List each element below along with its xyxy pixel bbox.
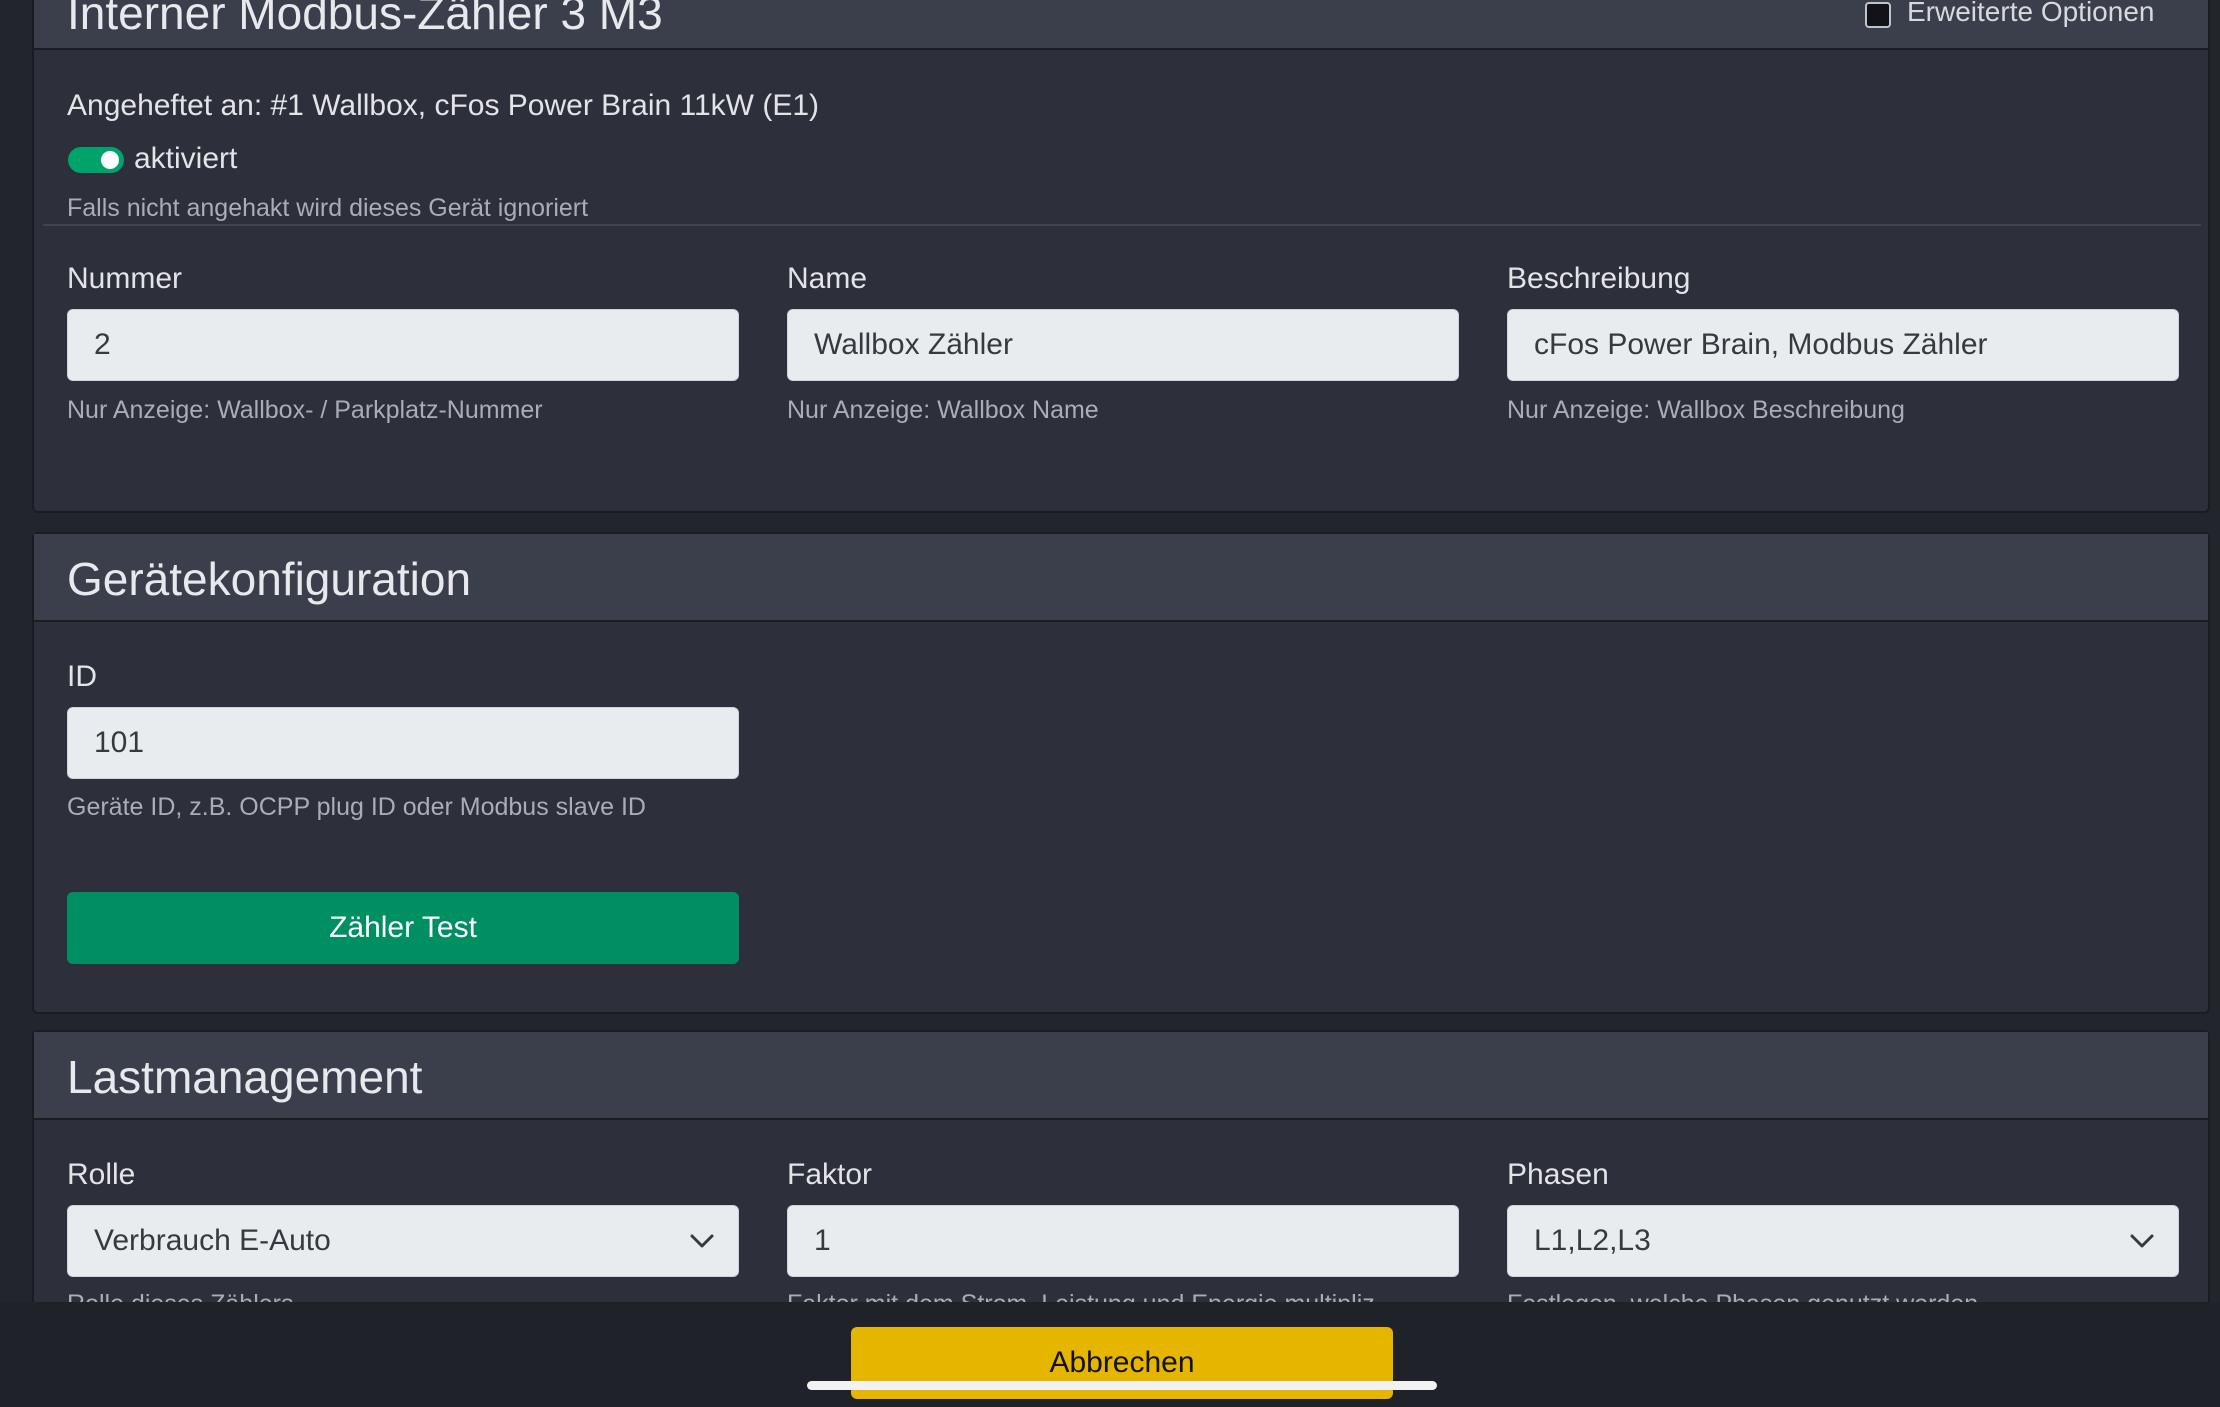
rolle-value: Verbrauch E-Auto	[94, 1224, 331, 1257]
device-config-header: Gerätekonfiguration	[34, 534, 2208, 622]
attached-to-text: Angeheftet an: #1 Wallbox, cFos Power Br…	[67, 89, 820, 122]
beschreibung-help: Nur Anzeige: Wallbox Beschreibung	[1507, 396, 1905, 424]
device-card: Interner Modbus-Zähler 3 M3 Erweiterte O…	[32, 0, 2210, 513]
device-card-header: Interner Modbus-Zähler 3 M3 Erweiterte O…	[34, 0, 2208, 50]
nummer-input[interactable]: 2	[67, 309, 739, 381]
rolle-label: Rolle	[67, 1158, 136, 1191]
faktor-label: Faktor	[787, 1158, 873, 1191]
nummer-label: Nummer	[67, 262, 183, 295]
device-title: Interner Modbus-Zähler 3 M3	[67, 0, 663, 39]
nummer-help: Nur Anzeige: Wallbox- / Parkplatz-Nummer	[67, 396, 543, 424]
settings-page: Interner Modbus-Zähler 3 M3 Erweiterte O…	[0, 0, 2220, 1407]
advanced-options-label[interactable]: Erweiterte Optionen	[1907, 0, 2154, 28]
id-help: Geräte ID, z.B. OCPP plug ID oder Modbus…	[67, 793, 646, 821]
enabled-label: aktiviert	[134, 142, 238, 175]
advanced-options-checkbox[interactable]	[1865, 2, 1891, 28]
device-config-card: Gerätekonfiguration ID 101 Geräte ID, z.…	[32, 532, 2210, 1014]
section-divider	[43, 224, 2201, 226]
phasen-label: Phasen	[1507, 1158, 1609, 1191]
phasen-value: L1,L2,L3	[1534, 1224, 1651, 1257]
chevron-down-icon	[2130, 1234, 2154, 1248]
id-label: ID	[67, 660, 97, 693]
enabled-help: Falls nicht angehakt wird dieses Gerät i…	[67, 194, 589, 222]
meter-test-button[interactable]: Zähler Test	[67, 892, 739, 964]
name-input[interactable]: Wallbox Zähler	[787, 309, 1459, 381]
faktor-input[interactable]: 1	[787, 1205, 1459, 1277]
toggle-knob	[101, 151, 119, 169]
id-input[interactable]: 101	[67, 707, 739, 779]
phasen-select[interactable]: L1,L2,L3	[1507, 1205, 2179, 1277]
beschreibung-input[interactable]: cFos Power Brain, Modbus Zähler	[1507, 309, 2179, 381]
name-help: Nur Anzeige: Wallbox Name	[787, 396, 1099, 424]
name-label: Name	[787, 262, 868, 295]
device-config-title: Gerätekonfiguration	[67, 553, 472, 605]
rolle-select[interactable]: Verbrauch E-Auto	[67, 1205, 739, 1277]
enabled-toggle[interactable]	[68, 147, 124, 173]
chevron-down-icon	[690, 1234, 714, 1248]
home-indicator	[807, 1381, 1437, 1390]
beschreibung-label: Beschreibung	[1507, 262, 1691, 295]
load-management-header: Lastmanagement	[34, 1032, 2208, 1120]
load-management-title: Lastmanagement	[67, 1051, 423, 1103]
